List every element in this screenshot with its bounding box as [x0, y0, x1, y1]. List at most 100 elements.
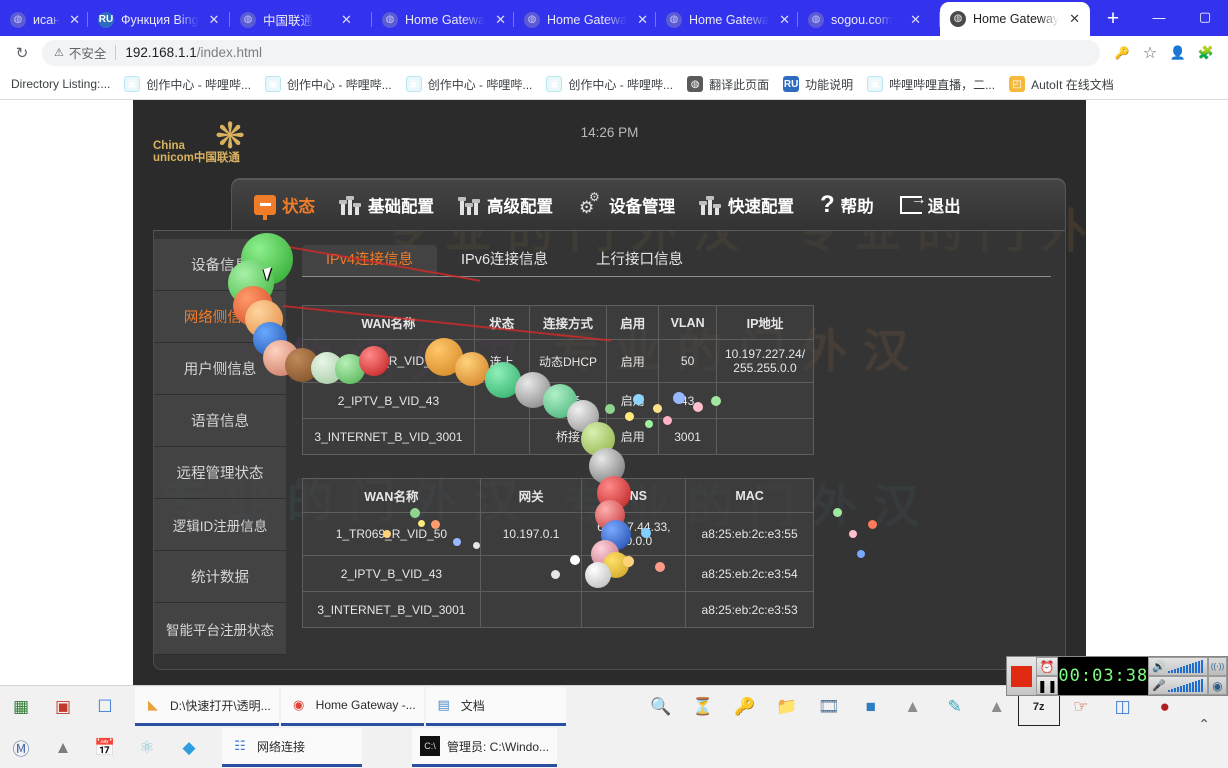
sidebar-label: 智能平台注册状态 [166, 622, 274, 638]
browser-tab-active[interactable]: ◍ Home Gateway ✕ [940, 2, 1090, 36]
taskbar-task[interactable]: ◣ D:\快速打开\透明... [135, 687, 279, 726]
nav-item-device-management[interactable]: ⚙ ⚙ 设备管理 [579, 190, 675, 217]
folder-icon[interactable]: 📁 [766, 688, 808, 726]
shield-icon[interactable]: ▲ [42, 729, 84, 767]
hourglass-icon[interactable]: ⏳ [682, 688, 724, 726]
window-icon[interactable]: ▦ [0, 688, 42, 726]
close-icon[interactable]: ✕ [637, 12, 648, 28]
reload-icon[interactable]: ↻ [8, 39, 36, 67]
nav-item-help[interactable]: ? 帮助 [820, 192, 874, 217]
speaker-level-meter[interactable]: 🔊 [1148, 657, 1208, 676]
minimize-button[interactable]: — [1136, 0, 1182, 34]
maximize-button[interactable]: ▢ [1182, 0, 1228, 34]
recorder-left-buttons: ⏰ ❚❚ [1036, 657, 1059, 695]
magnifier-icon[interactable]: 🔍 [640, 688, 682, 726]
alarm-icon[interactable]: ⏰ [1036, 657, 1059, 676]
calendar-321-icon[interactable]: 📅 [84, 729, 126, 767]
close-icon[interactable]: ✕ [779, 12, 790, 28]
star-icon[interactable]: ☆ [1136, 39, 1164, 67]
security-badge[interactable]: ⚠ 不安全 [54, 43, 106, 62]
shield-icon[interactable]: ▲ [892, 688, 934, 726]
sidebar-item-statistics[interactable]: 统计数据 [154, 551, 286, 603]
tab-ipv4-connection[interactable]: IPv4连接信息 [302, 245, 438, 276]
sidebar-item-logic-id-register[interactable]: 逻辑ID注册信息 [154, 499, 286, 551]
screen-recorder-widget[interactable]: ⏰ ❚❚ 00:03:38 🔊 🎤 ((·)) ◉ [1006, 656, 1228, 696]
nav-item-advanced-config[interactable]: 高级配置 [458, 193, 553, 217]
taskbar-task[interactable]: ▤ 文档 [425, 687, 566, 726]
camera-icon[interactable]: ◉ [1207, 676, 1227, 695]
cell-mac: a8:25:eb:2c:e3:53 [685, 591, 814, 628]
nav-item-logout[interactable]: 退出 [899, 191, 961, 217]
new-tab-button[interactable]: + [1098, 4, 1128, 34]
bookmark-item[interactable]: ▣ 创作中心 - 哔哩哔... [117, 72, 258, 96]
taskbar-task[interactable]: ◉ Home Gateway -... [280, 687, 424, 726]
taskbar-task[interactable]: ☷ 网络连接 [222, 728, 362, 767]
key-icon[interactable]: 🔑 [724, 688, 766, 726]
close-icon[interactable]: ✕ [209, 12, 220, 28]
toolbar-right-icons: 🔑 ☆ 👤 🧩 [1108, 39, 1220, 67]
atom-icon[interactable]: ⚛ [126, 729, 168, 767]
sidebar-item-user-info[interactable]: 用户侧信息 [154, 343, 286, 395]
key-icon[interactable]: 🔑 [1108, 39, 1136, 67]
blue-app-icon[interactable]: ■ [850, 688, 892, 726]
tab-uplink-interface[interactable]: 上行接口信息 [572, 245, 707, 276]
stop-recording-button[interactable] [1007, 657, 1037, 695]
brand-line-1: China [153, 140, 185, 152]
ru-icon: RU [98, 11, 114, 28]
notepad-icon[interactable]: ✎ [934, 688, 976, 726]
bookmark-item[interactable]: ◰ AutoIt 在线文档 [1002, 72, 1121, 96]
sidebar-label: 设备信息 [191, 258, 249, 274]
tab-title: 中国联通 [263, 14, 314, 28]
close-icon[interactable]: ✕ [341, 12, 352, 28]
mic-level-meter[interactable]: 🎤 [1148, 676, 1208, 695]
wifi-icon[interactable]: ((·)) [1207, 657, 1227, 676]
close-icon[interactable]: ✕ [910, 12, 921, 28]
table-row: 3_INTERNET_B_VID_3001 a8:25:eb:2c:e3:53 [302, 591, 814, 628]
browser-tab[interactable]: ◍ исание ф ✕ [0, 3, 88, 36]
close-icon[interactable]: ✕ [69, 12, 80, 28]
browser-tab[interactable]: RU Функция Bing ✕ [88, 3, 230, 36]
browser-tab[interactable]: ◍ Home Gateway ✕ [372, 3, 514, 36]
sidebar-item-voice-info[interactable]: 语音信息 [154, 395, 286, 447]
close-icon[interactable]: ✕ [1069, 11, 1080, 27]
nav-item-quick-config[interactable]: 快速配置 [699, 193, 794, 217]
bookmark-item[interactable]: ▣ 哔哩哔哩直播，二... [860, 72, 1002, 96]
bookmark-item[interactable]: RU 功能说明 [776, 72, 860, 96]
taskbar-task[interactable]: C:\ 管理员: C:\Windo... [412, 728, 558, 767]
transfer-icon[interactable]: ☐ [84, 688, 126, 726]
extensions-icon[interactable]: 🧩 [1192, 39, 1220, 67]
browser-tab[interactable]: ◍ Home Gateway ✕ [514, 3, 656, 36]
stamp-icon[interactable]: ▣ [42, 688, 84, 726]
sidebar-item-smart-platform-status[interactable]: 智能平台注册状态 [154, 603, 286, 655]
nav-label: 设备管理 [609, 197, 675, 216]
wan-gateway-table: WAN名称 网关 DNS MAC 1_TR069_R_VID_50 10.197… [302, 478, 814, 628]
bookmark-item[interactable]: Directory Listing:... [4, 72, 117, 96]
address-bar[interactable]: ⚠ 不安全 192.168.1.1/index.html [42, 39, 1100, 66]
sidebar-item-remote-mgmt-status[interactable]: 远程管理状态 [154, 447, 286, 499]
cell-mac: a8:25:eb:2c:e3:54 [685, 555, 814, 592]
sidebar-item-device-info[interactable]: 设备信息 [154, 239, 286, 291]
browser-tab[interactable]: ◍ Home Gateway ✕ [656, 3, 798, 36]
cell-enabled: 启用 [606, 339, 660, 383]
table-row: 3_INTERNET_B_VID_3001 桥接 启用 3001 [302, 418, 814, 455]
pause-icon[interactable]: ❚❚ [1036, 676, 1059, 695]
kite-icon[interactable]: ◆ [168, 729, 210, 767]
cell-vlan: 50 [658, 339, 718, 383]
browser-tab[interactable]: ◍ sogou.com ✕ [798, 3, 940, 36]
tab-ipv6-connection[interactable]: IPv6连接信息 [437, 245, 572, 276]
bookmark-item[interactable]: ▣ 创作中心 - 哔哩哔... [399, 72, 540, 96]
bookmark-item[interactable]: ▣ 创作中心 - 哔哩哔... [539, 72, 680, 96]
profile-icon[interactable]: 👤 [1164, 39, 1192, 67]
nav-item-status[interactable]: 状态 [254, 193, 315, 220]
close-icon[interactable]: ✕ [495, 12, 506, 28]
show-hidden-icons-button[interactable]: ⌃ [1198, 716, 1210, 733]
sidebar-item-network-info[interactable]: 网络侧信息 [154, 291, 286, 343]
bookmark-item[interactable]: ▣ 创作中心 - 哔哩哔... [258, 72, 399, 96]
browser-tab[interactable]: ◍ 中国联通 ✕ [230, 3, 372, 36]
col-mac: MAC [685, 478, 814, 513]
r-icon[interactable]: Ⓜ [0, 729, 42, 767]
nav-item-basic-config[interactable]: 基础配置 [339, 193, 434, 217]
bookmark-item[interactable]: ◍ 翻译此页面 [680, 72, 776, 96]
url-host: 192.168.1.1 [125, 45, 197, 60]
film-icon[interactable]: 🎞 [808, 688, 850, 726]
